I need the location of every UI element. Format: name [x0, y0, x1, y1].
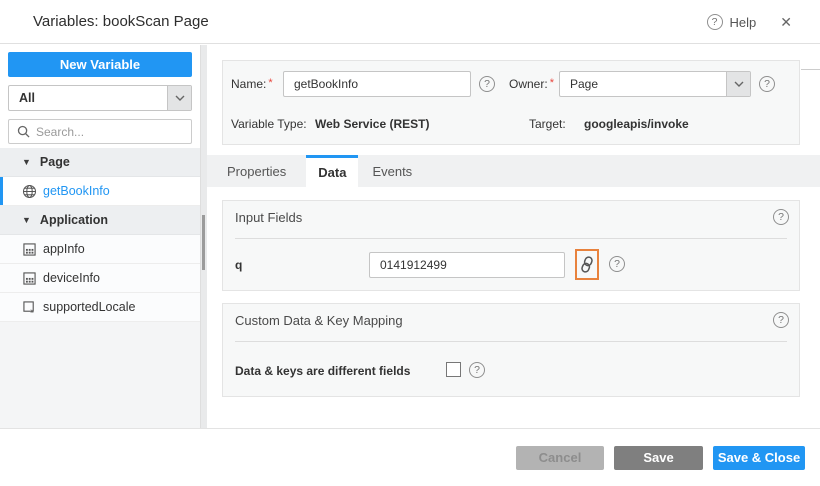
- cancel-button[interactable]: Cancel: [516, 445, 604, 470]
- search-input[interactable]: [36, 124, 191, 139]
- name-label: Name: *: [231, 77, 273, 91]
- custom-mapping-panel: Custom Data & Key Mapping ? Data & keys …: [222, 303, 800, 397]
- variable-details-panel: Name:* ? Owner:* Page ? Variable Type: W…: [222, 60, 800, 145]
- sidebar-scrollbar-thumb[interactable]: [202, 215, 205, 270]
- variables-sidebar: New Variable All ▼ Page getBookInfo: [0, 45, 200, 428]
- tab-events[interactable]: Events: [358, 155, 426, 187]
- titlebar: Variables: bookScan Page ? Help ✕: [0, 0, 820, 44]
- tree-group-application[interactable]: ▼ Application: [0, 206, 200, 235]
- input-field-value[interactable]: [369, 252, 565, 278]
- chevron-down-icon[interactable]: [167, 86, 191, 110]
- caret-down-icon[interactable]: ▼: [22, 215, 31, 225]
- new-variable-button[interactable]: New Variable: [8, 52, 192, 77]
- variable-type-label: Variable Type:: [231, 117, 307, 131]
- tab-data[interactable]: Data: [306, 155, 359, 187]
- name-help-icon[interactable]: ?: [479, 76, 495, 92]
- owner-help-icon[interactable]: ?: [759, 76, 775, 92]
- target-label: Target:: [529, 117, 566, 131]
- input-field-key: q: [235, 258, 243, 272]
- variable-type-value: Web Service (REST): [315, 117, 430, 131]
- different-fields-checkbox[interactable]: [446, 362, 461, 377]
- filter-dropdown-value: All: [19, 91, 35, 105]
- svg-text:x: x: [30, 308, 34, 314]
- tab-properties[interactable]: Properties: [207, 155, 306, 187]
- different-fields-help-icon[interactable]: ?: [469, 362, 485, 378]
- custom-mapping-title: Custom Data & Key Mapping: [235, 313, 403, 328]
- tab-bar: Properties Data Events: [207, 155, 820, 187]
- caret-down-icon[interactable]: ▼: [22, 157, 31, 167]
- tree-group-page[interactable]: ▼ Page: [0, 148, 200, 177]
- custom-mapping-help-icon[interactable]: ?: [773, 312, 789, 328]
- divider: [235, 238, 787, 239]
- help-link[interactable]: Help: [730, 15, 757, 30]
- save-close-button[interactable]: Save & Close: [713, 445, 805, 470]
- close-icon[interactable]: ✕: [780, 14, 792, 31]
- scroll-line: [801, 69, 820, 70]
- locale-variable-icon: x: [21, 300, 37, 314]
- link-icon: [581, 256, 593, 273]
- input-fields-help-icon[interactable]: ?: [773, 209, 789, 225]
- chevron-down-icon[interactable]: [726, 72, 750, 96]
- variables-dialog: Variables: bookScan Page ? Help ✕ New Va…: [0, 0, 820, 486]
- save-button[interactable]: Save: [614, 445, 703, 470]
- tree-item-getbookinfo[interactable]: getBookInfo: [0, 177, 200, 206]
- search-icon: [17, 125, 30, 138]
- data-grid-icon: [21, 242, 37, 256]
- tree-item-label: getBookInfo: [43, 184, 110, 198]
- different-fields-label: Data & keys are different fields: [235, 364, 411, 378]
- input-fields-title: Input Fields: [235, 210, 303, 225]
- tree-item-deviceinfo[interactable]: deviceInfo: [0, 264, 200, 293]
- filter-dropdown[interactable]: All: [8, 85, 192, 111]
- owner-dropdown[interactable]: Page: [559, 71, 751, 97]
- required-asterisk: *: [268, 77, 273, 89]
- name-field[interactable]: [283, 71, 471, 97]
- input-field-help-icon[interactable]: ?: [609, 256, 625, 272]
- target-value: googleapis/invoke: [584, 117, 689, 131]
- tree-item-label: deviceInfo: [43, 271, 100, 285]
- variables-tree: ▼ Page getBookInfo ▼ Application appInfo: [0, 148, 200, 322]
- sidebar-empty-area: [0, 322, 200, 428]
- dialog-title: Variables: bookScan Page: [33, 13, 209, 30]
- input-fields-panel: Input Fields ? q ?: [222, 200, 800, 291]
- tree-item-label: appInfo: [43, 242, 85, 256]
- divider: [235, 341, 787, 342]
- link-mapping-button[interactable]: [575, 249, 599, 280]
- tree-group-label: Page: [39, 155, 70, 169]
- owner-dropdown-value: Page: [570, 77, 599, 91]
- tree-group-label: Application: [39, 213, 108, 227]
- search-box: [8, 119, 192, 144]
- footer-bar: Cancel Save Save & Close: [0, 428, 820, 486]
- help-icon[interactable]: ?: [706, 14, 723, 30]
- required-asterisk: *: [549, 77, 554, 89]
- main-content: Name:* ? Owner:* Page ? Variable Type: W…: [207, 45, 820, 428]
- globe-icon: [21, 184, 37, 199]
- tree-item-appinfo[interactable]: appInfo: [0, 235, 200, 264]
- owner-label: Owner: *: [509, 77, 554, 91]
- data-grid-icon: [21, 271, 37, 285]
- tree-item-label: supportedLocale: [43, 300, 136, 314]
- tree-item-supportedlocale[interactable]: x supportedLocale: [0, 293, 200, 322]
